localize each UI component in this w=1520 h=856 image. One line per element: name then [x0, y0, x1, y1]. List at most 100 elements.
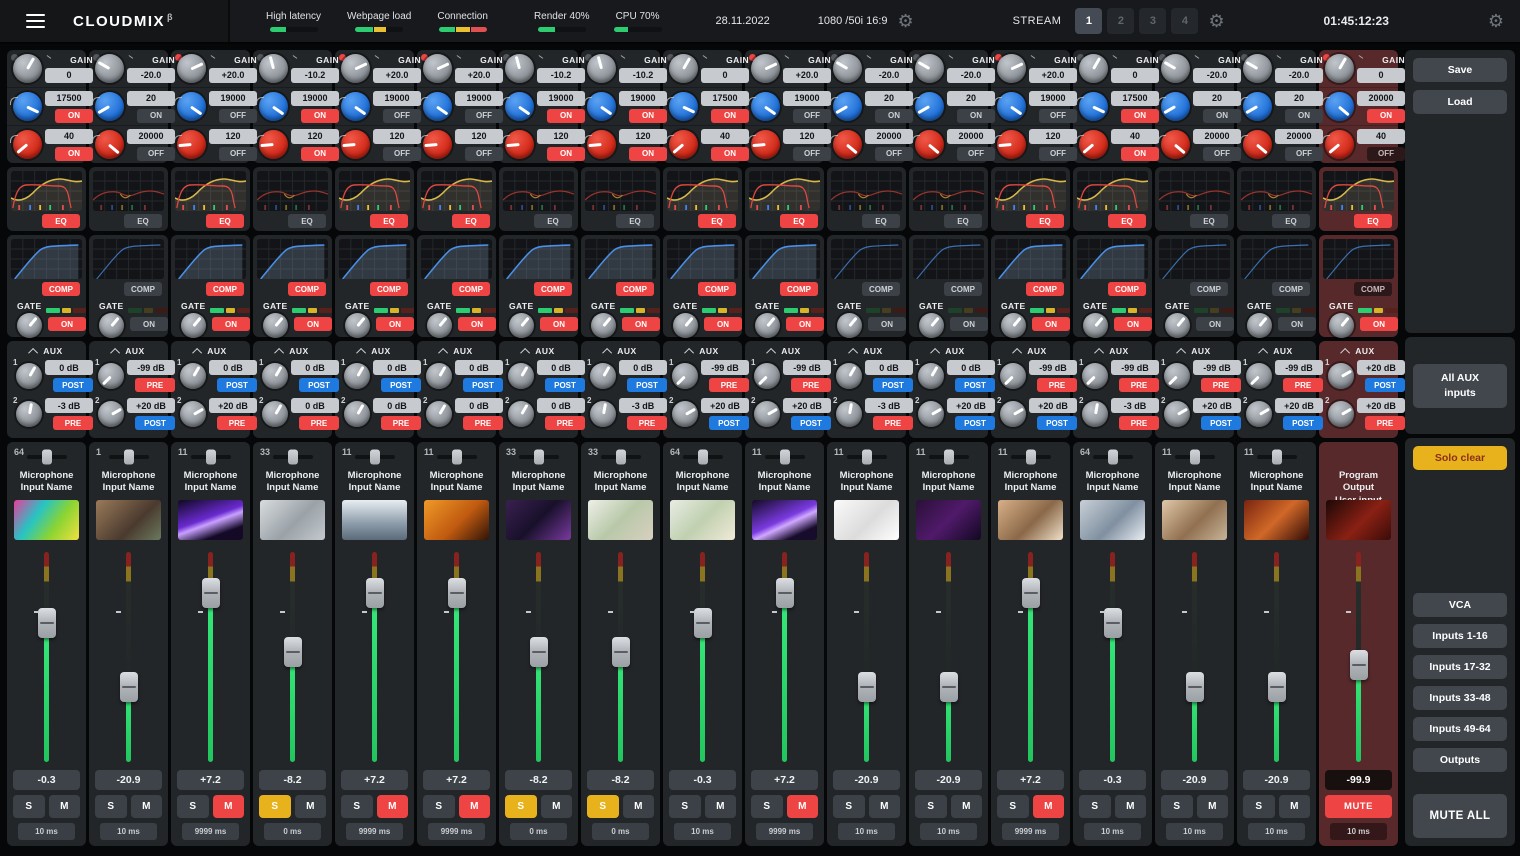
- hpf-toggle[interactable]: ON: [1203, 109, 1241, 123]
- solo-button[interactable]: S: [587, 795, 619, 818]
- lpf-knob[interactable]: [1243, 130, 1272, 159]
- lpf-knob[interactable]: [1079, 130, 1108, 159]
- mute-button[interactable]: M: [131, 795, 163, 818]
- hpf-knob[interactable]: [1161, 92, 1190, 121]
- aux2-mode-toggle[interactable]: POST: [1037, 416, 1077, 430]
- eq-toggle[interactable]: EQ: [1190, 214, 1228, 228]
- aux1-knob[interactable]: [16, 363, 42, 389]
- hpf-toggle[interactable]: OFF: [383, 109, 421, 123]
- gate-toggle[interactable]: ON: [786, 317, 824, 331]
- gate-toggle[interactable]: ON: [212, 317, 250, 331]
- pan-handle[interactable]: [1190, 450, 1200, 465]
- fader[interactable]: [176, 548, 245, 766]
- fader[interactable]: [1324, 548, 1393, 766]
- gate-toggle[interactable]: ON: [130, 317, 168, 331]
- mute-button[interactable]: M: [1033, 795, 1065, 818]
- pan-handle[interactable]: [616, 450, 626, 465]
- lpf-knob[interactable]: [177, 130, 206, 159]
- gain-knob[interactable]: [997, 54, 1026, 83]
- aux1-knob[interactable]: [1246, 363, 1272, 389]
- aux2-knob[interactable]: [754, 401, 780, 427]
- pan-slider[interactable]: [437, 455, 477, 459]
- pan-slider[interactable]: [1257, 455, 1297, 459]
- aux2-mode-toggle[interactable]: PRE: [545, 416, 585, 430]
- comp-toggle[interactable]: COMP: [1108, 282, 1146, 296]
- bank-button-outputs[interactable]: Outputs: [1413, 748, 1507, 772]
- lpf-knob[interactable]: [1325, 130, 1354, 159]
- aux1-knob[interactable]: [508, 363, 534, 389]
- aux1-mode-toggle[interactable]: POST: [955, 378, 995, 392]
- aux-header[interactable]: AUX: [505, 344, 573, 357]
- aux1-mode-toggle[interactable]: POST: [1365, 378, 1405, 392]
- fader-handle[interactable]: [1186, 672, 1204, 702]
- aux2-mode-toggle[interactable]: POST: [135, 416, 175, 430]
- eq-toggle[interactable]: EQ: [1272, 214, 1310, 228]
- hpf-knob[interactable]: [341, 92, 370, 121]
- eq-toggle[interactable]: EQ: [124, 214, 162, 228]
- pan-slider[interactable]: [683, 455, 723, 459]
- menu-icon[interactable]: [26, 14, 45, 29]
- solo-button[interactable]: S: [1161, 795, 1193, 818]
- aux-header[interactable]: AUX: [13, 344, 81, 357]
- gate-knob[interactable]: [1247, 313, 1272, 338]
- lpf-knob[interactable]: [505, 130, 534, 159]
- lpf-knob[interactable]: [95, 130, 124, 159]
- gate-toggle[interactable]: ON: [1278, 317, 1316, 331]
- eq-toggle[interactable]: EQ: [698, 214, 736, 228]
- aux1-mode-toggle[interactable]: PRE: [709, 378, 749, 392]
- pan-slider[interactable]: [273, 455, 313, 459]
- fader[interactable]: [12, 548, 81, 766]
- lpf-knob[interactable]: [259, 130, 288, 159]
- lpf-toggle[interactable]: ON: [55, 147, 93, 161]
- lpf-toggle[interactable]: OFF: [793, 147, 831, 161]
- gate-knob[interactable]: [181, 313, 206, 338]
- app-settings-gear-icon[interactable]: ⚙: [1488, 12, 1504, 30]
- pan-slider[interactable]: [519, 455, 559, 459]
- lpf-toggle[interactable]: ON: [629, 147, 667, 161]
- lpf-toggle[interactable]: OFF: [219, 147, 257, 161]
- fader[interactable]: [750, 548, 819, 766]
- solo-button[interactable]: S: [997, 795, 1029, 818]
- eq-toggle[interactable]: EQ: [1026, 214, 1064, 228]
- all-aux-inputs-button[interactable]: All AUX inputs: [1413, 364, 1507, 408]
- save-button[interactable]: Save: [1413, 58, 1507, 82]
- gain-knob[interactable]: [751, 54, 780, 83]
- comp-toggle[interactable]: COMP: [862, 282, 900, 296]
- gain-knob[interactable]: [1243, 54, 1272, 83]
- fader[interactable]: [586, 548, 655, 766]
- hpf-toggle[interactable]: OFF: [793, 109, 831, 123]
- mute-button[interactable]: M: [787, 795, 819, 818]
- aux2-knob[interactable]: [672, 401, 698, 427]
- comp-toggle[interactable]: COMP: [42, 282, 80, 296]
- comp-toggle[interactable]: COMP: [452, 282, 490, 296]
- hpf-knob[interactable]: [13, 92, 42, 121]
- fader[interactable]: [1160, 548, 1229, 766]
- mute-button[interactable]: M: [49, 795, 81, 818]
- aux2-mode-toggle[interactable]: PRE: [217, 416, 257, 430]
- gain-knob[interactable]: [177, 54, 206, 83]
- aux1-mode-toggle[interactable]: PRE: [791, 378, 831, 392]
- hpf-toggle[interactable]: ON: [301, 109, 339, 123]
- solo-button[interactable]: S: [751, 795, 783, 818]
- lpf-knob[interactable]: [587, 130, 616, 159]
- gate-knob[interactable]: [427, 313, 452, 338]
- hpf-toggle[interactable]: ON: [547, 109, 585, 123]
- fader-handle[interactable]: [612, 637, 630, 667]
- fader[interactable]: [996, 548, 1065, 766]
- fader-handle[interactable]: [448, 578, 466, 608]
- video-settings-gear-icon[interactable]: ⚙: [898, 12, 914, 30]
- mute-button[interactable]: M: [1279, 795, 1311, 818]
- fader-handle[interactable]: [1022, 578, 1040, 608]
- lpf-toggle[interactable]: ON: [301, 147, 339, 161]
- eq-toggle[interactable]: EQ: [42, 214, 80, 228]
- pan-slider[interactable]: [191, 455, 231, 459]
- aux1-knob[interactable]: [1328, 363, 1354, 389]
- fader-handle[interactable]: [366, 578, 384, 608]
- aux1-mode-toggle[interactable]: PRE: [1037, 378, 1077, 392]
- aux2-mode-toggle[interactable]: PRE: [1365, 416, 1405, 430]
- fader[interactable]: [668, 548, 737, 766]
- gain-knob[interactable]: [95, 54, 124, 83]
- eq-toggle[interactable]: EQ: [288, 214, 326, 228]
- solo-button[interactable]: S: [1243, 795, 1275, 818]
- stream-button-4[interactable]: 4: [1171, 8, 1198, 34]
